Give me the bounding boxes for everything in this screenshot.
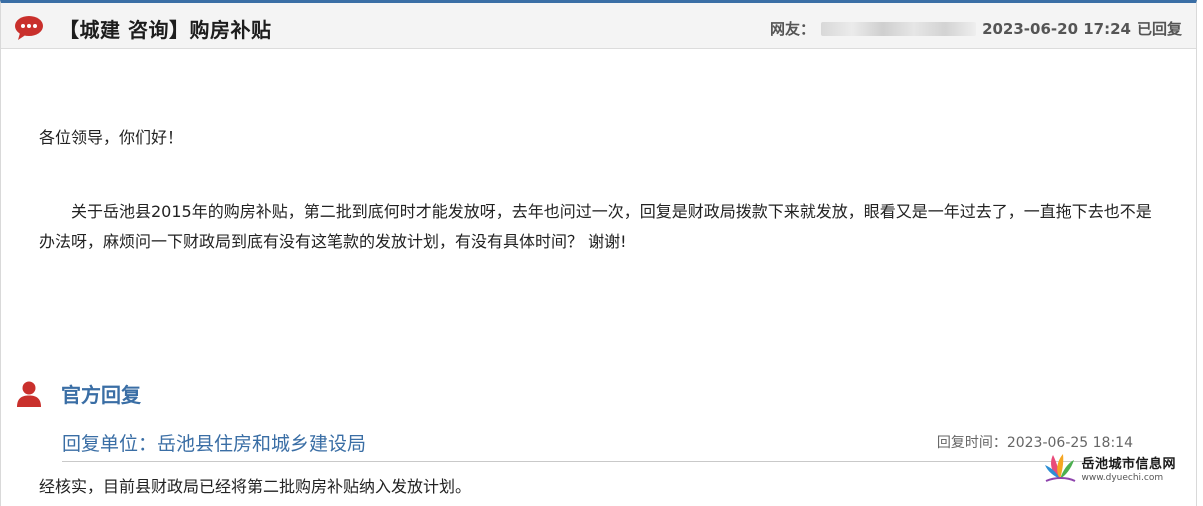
speech-bubble-icon bbox=[15, 16, 43, 40]
reply-info-row: 回复单位：岳池县住房和城乡建设局 回复时间：2023-06-25 18:14 bbox=[62, 429, 1133, 462]
blurred-author-name bbox=[821, 21, 977, 36]
question-body: 关于岳池县2015年的购房补贴，第二批到底何时才能发放呀，去年也问过一次，回复是… bbox=[39, 202, 1152, 251]
site-logo-icon bbox=[1045, 454, 1076, 482]
watermark-name: 岳池城市信息网 bbox=[1081, 457, 1176, 472]
post-header: 【城建 咨询】购房补贴 网友： 2023-06-20 17:24 已回复 bbox=[1, 3, 1196, 49]
post-frame: 【城建 咨询】购房补贴 网友： 2023-06-20 17:24 已回复 各位领… bbox=[0, 0, 1197, 506]
reply-time: 回复时间：2023-06-25 18:14 bbox=[936, 435, 1133, 451]
reply-unit: 回复单位：岳池县住房和城乡建设局 bbox=[62, 433, 367, 455]
post-meta: 网友： 2023-06-20 17:24 已回复 bbox=[770, 18, 1182, 39]
author-label: 网友： bbox=[770, 20, 816, 38]
post-date: 2023-06-20 17:24 bbox=[982, 19, 1131, 38]
watermark-text: 岳池城市信息网 www.dyuechi.com bbox=[1081, 453, 1176, 483]
question-greeting: 各位领导，你们好！ bbox=[39, 128, 184, 147]
reply-status-badge: 已回复 bbox=[1136, 20, 1182, 38]
reply-content: 经核实，目前县财政局已经将第二批购房补贴纳入发放计划。 bbox=[39, 477, 472, 496]
watermark-url: www.dyuechi.com bbox=[1081, 473, 1164, 483]
official-reply-header: 官方回复 bbox=[15, 379, 141, 408]
person-icon bbox=[17, 381, 41, 407]
official-reply-heading: 官方回复 bbox=[61, 383, 141, 407]
site-watermark: 岳池城市信息网 www.dyuechi.com bbox=[1043, 451, 1176, 485]
post-title: 【城建 咨询】购房补贴 bbox=[59, 18, 272, 42]
